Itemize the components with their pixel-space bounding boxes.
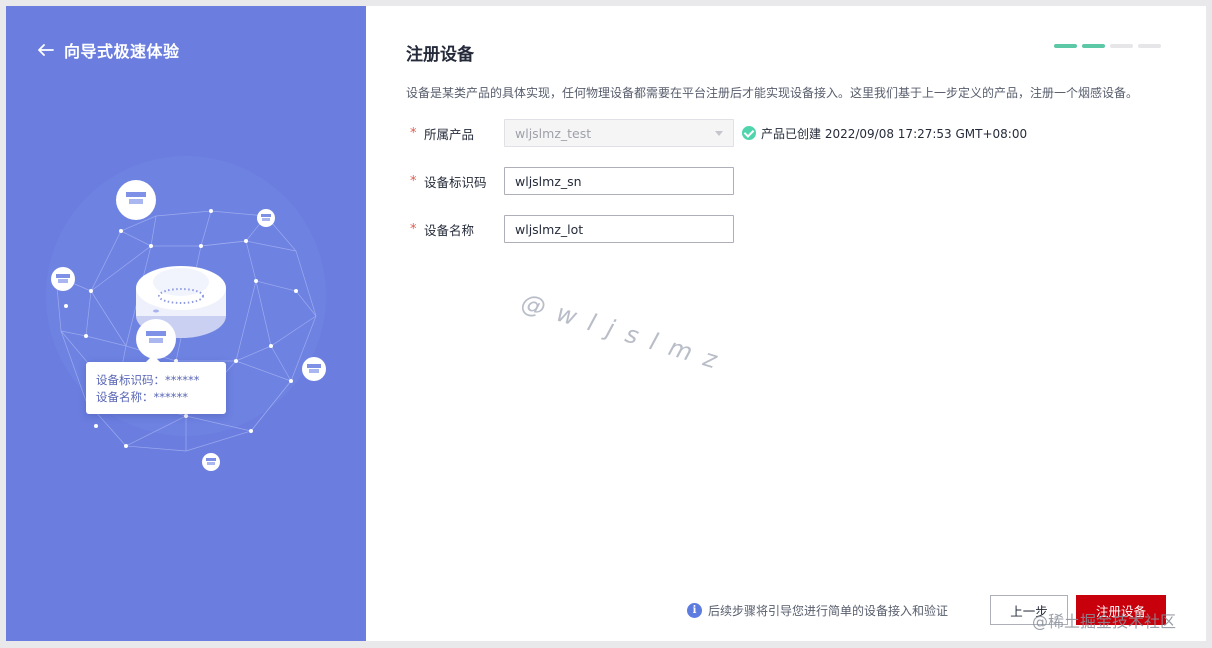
product-status-text: 产品已创建 2022/09/08 17:27:53 GMT+08:00 <box>761 126 1028 141</box>
tooltip-device-id: 设备标识码：****** <box>96 373 200 387</box>
device-id-label: 设备标识码 <box>424 174 487 190</box>
step-4 <box>1138 44 1161 48</box>
network-illustration <box>46 156 326 471</box>
step-2 <box>1082 44 1105 48</box>
arrow-left-icon <box>38 44 54 56</box>
product-select-value: wljslmz_test <box>515 125 592 141</box>
back-link[interactable]: 向导式极速体验 <box>38 38 180 62</box>
left-panel: 向导式极速体验 设备标识码：****** 设备名称：****** <box>6 6 366 641</box>
required-mark: * <box>410 221 417 237</box>
footer-tip-text: 后续步骤将引导您进行简单的设备接入和验证 <box>708 604 949 618</box>
device-name-label: 设备名称 <box>424 222 475 238</box>
required-mark: * <box>410 125 417 141</box>
device-id-input[interactable]: wljslmz_sn <box>504 167 734 195</box>
device-info-tooltip: 设备标识码：****** 设备名称：****** <box>86 355 226 414</box>
device-name-input[interactable]: wljslmz_lot <box>504 215 734 243</box>
device-name-row: * 设备名称 wljslmz_lot <box>406 215 734 243</box>
step-progress <box>1054 44 1161 48</box>
page-description: 设备是某类产品的具体实现，任何物理设备都需要在平台注册后才能实现设备接入。这里我… <box>406 86 1139 100</box>
wizard-frame: 向导式极速体验 设备标识码：****** 设备名称：****** 注册设备 设备… <box>6 6 1206 641</box>
check-circle-icon <box>742 126 756 140</box>
product-select[interactable]: wljslmz_test <box>504 119 734 147</box>
info-icon: i <box>687 603 702 618</box>
chevron-down-icon <box>715 130 723 136</box>
page-title: 注册设备 <box>406 45 474 65</box>
product-row: * 所属产品 wljslmz_test 产品已创建 2022/09/08 17:… <box>406 119 1027 147</box>
step-3 <box>1110 44 1133 48</box>
site-watermark: @稀土掘金技术社区 <box>1032 612 1177 631</box>
author-watermark: @wljslmz <box>517 288 733 378</box>
device-id-row: * 设备标识码 wljslmz_sn <box>406 167 734 195</box>
footer-tip: i 后续步骤将引导您进行简单的设备接入和验证 <box>687 602 948 619</box>
product-label: 所属产品 <box>424 126 475 142</box>
back-label: 向导式极速体验 <box>64 42 180 61</box>
product-status: 产品已创建 2022/09/08 17:27:53 GMT+08:00 <box>742 125 1027 142</box>
tooltip-device-name: 设备名称：****** <box>96 390 188 404</box>
required-mark: * <box>410 173 417 189</box>
step-1 <box>1054 44 1077 48</box>
